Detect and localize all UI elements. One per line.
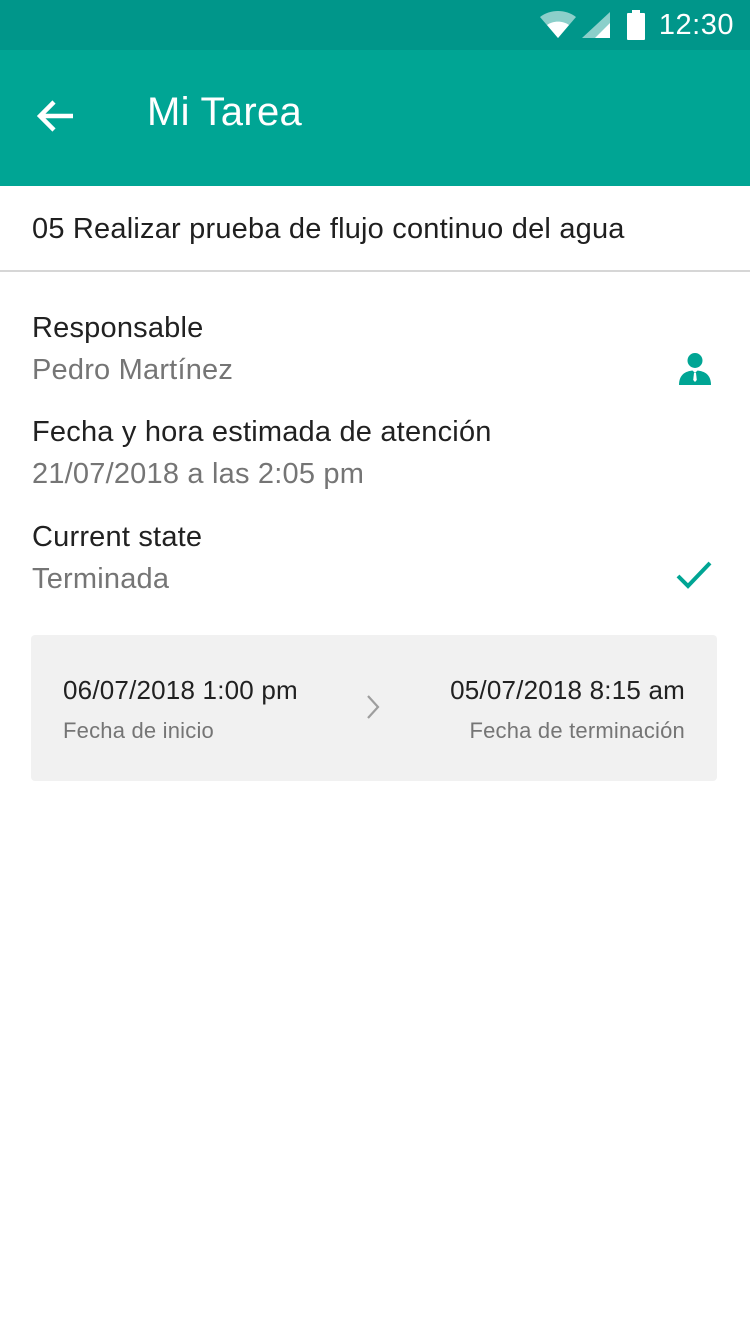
status-icons: 12:30 <box>539 0 734 50</box>
end-date-label: Fecha de terminación <box>469 718 685 743</box>
start-date-value: 06/07/2018 1:00 pm <box>63 675 298 705</box>
task-title: 05 Realizar prueba de flujo continuo del… <box>32 213 625 245</box>
start-date-label: Fecha de inicio <box>63 718 214 743</box>
responsible-field: Responsable Pedro Martínez <box>32 310 718 388</box>
person-icon[interactable] <box>678 352 712 391</box>
cell-signal-icon <box>581 11 611 39</box>
battery-icon <box>626 10 645 40</box>
estimated-date-value: 21/07/2018 a las 2:05 pm <box>32 458 365 490</box>
task-header: 05 Realizar prueba de flujo continuo del… <box>0 186 750 272</box>
back-button[interactable] <box>28 88 84 148</box>
estimated-date-label: Fecha y hora estimada de atención <box>32 416 492 448</box>
responsible-value: Pedro Martínez <box>32 354 234 386</box>
estimated-date-field: Fecha y hora estimada de atención 21/07/… <box>32 414 718 492</box>
responsible-label: Responsable <box>32 312 204 344</box>
chevron-right-icon <box>364 693 382 726</box>
page-title: Mi Tarea <box>147 90 303 134</box>
state-label: Current state <box>32 521 203 553</box>
check-icon <box>676 559 712 596</box>
state-value: Terminada <box>32 563 170 595</box>
state-field: Current state Terminada <box>32 519 718 597</box>
dates-card: 06/07/2018 1:00 pm Fecha de inicio 05/07… <box>31 635 717 781</box>
arrow-back-icon <box>36 99 75 138</box>
status-bar: 12:30 <box>0 0 750 50</box>
start-date: 06/07/2018 1:00 pm Fecha de inicio <box>63 675 298 744</box>
wifi-icon <box>539 11 577 39</box>
app-bar: Mi Tarea <box>0 50 750 186</box>
end-date: 05/07/2018 8:15 am Fecha de terminación <box>450 675 685 744</box>
end-date-value: 05/07/2018 8:15 am <box>450 675 685 705</box>
status-time: 12:30 <box>658 8 734 41</box>
